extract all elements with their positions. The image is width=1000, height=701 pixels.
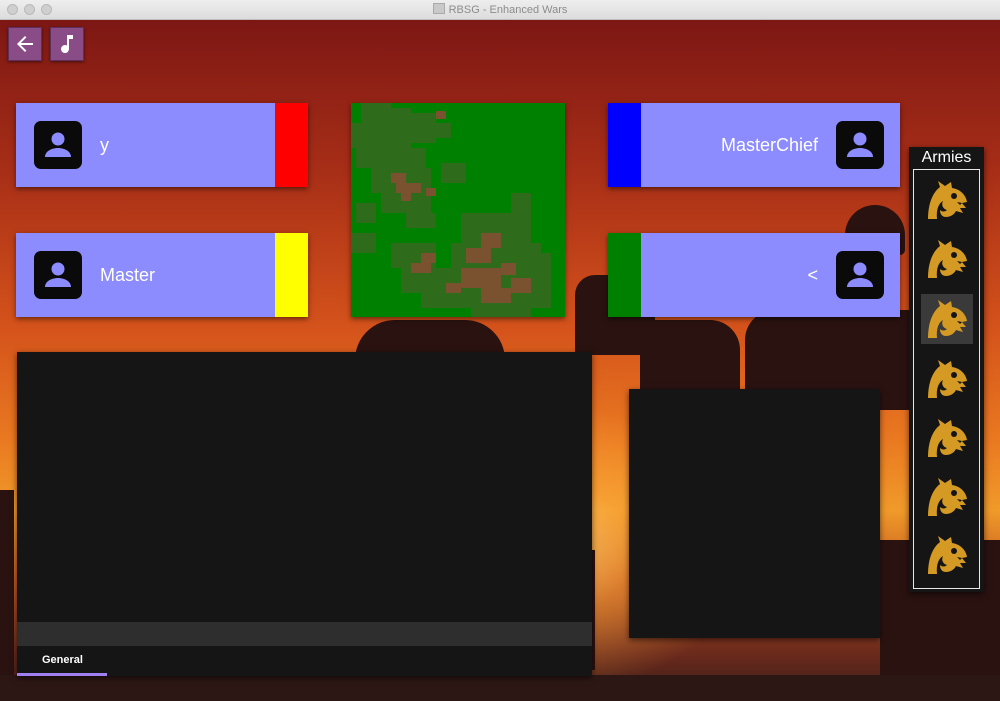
person-icon <box>847 262 873 287</box>
player-card[interactable]: y <box>16 103 308 187</box>
player-name: MasterChief <box>720 134 818 155</box>
arrow-left-icon <box>17 36 33 52</box>
player-name: Master <box>100 264 156 285</box>
armies-title: Armies <box>921 149 972 166</box>
player-card[interactable]: Master <box>16 233 308 317</box>
player-color-indicator <box>608 103 641 187</box>
person-icon <box>45 132 71 157</box>
avatar <box>836 251 884 299</box>
army-item[interactable] <box>921 175 973 225</box>
dragon-icon <box>928 360 967 398</box>
tab-general[interactable]: General <box>17 648 107 676</box>
app-icon <box>432 3 445 14</box>
music-note-icon <box>61 35 73 54</box>
map-tiles <box>351 103 565 317</box>
dragon-icon <box>928 300 967 338</box>
army-item[interactable] <box>921 354 973 404</box>
map-preview[interactable] <box>351 103 565 317</box>
person-icon <box>847 132 873 157</box>
unit-preview-panel <box>629 389 880 638</box>
army-item[interactable] <box>921 234 973 284</box>
tab-active-indicator <box>17 673 107 676</box>
player-card[interactable]: MasterChief <box>608 103 900 187</box>
player-name: < <box>807 264 818 285</box>
back-button[interactable] <box>8 27 42 61</box>
avatar <box>34 121 82 169</box>
chat-panel: General <box>17 352 592 676</box>
player-color-indicator <box>275 233 308 317</box>
dragon-icon <box>928 478 967 516</box>
armies-panel: Armies <box>909 147 984 592</box>
player-card[interactable]: < <box>608 233 900 317</box>
chat-input[interactable] <box>17 622 592 646</box>
ground-silhouette <box>0 675 1000 701</box>
army-item[interactable] <box>921 530 973 580</box>
tab-label: General <box>42 654 83 666</box>
window-title: RBSG - Enhanced Wars <box>448 4 568 16</box>
dragon-icon <box>928 240 967 278</box>
army-item[interactable] <box>921 413 973 463</box>
army-item-selected[interactable] <box>921 294 973 344</box>
player-name: y <box>100 134 109 155</box>
dragon-icon <box>928 536 967 574</box>
player-color-indicator <box>275 103 308 187</box>
music-toggle-button[interactable] <box>50 27 84 61</box>
grass-silhouette <box>0 490 14 701</box>
dragon-icon <box>928 419 967 457</box>
avatar <box>34 251 82 299</box>
chat-messages <box>17 352 592 622</box>
avatar <box>836 121 884 169</box>
window-titlebar: RBSG - Enhanced Wars <box>0 0 1000 20</box>
dragon-icon <box>928 181 967 219</box>
army-item[interactable] <box>921 472 973 522</box>
player-color-indicator <box>608 233 641 317</box>
army-list[interactable] <box>913 169 980 589</box>
person-icon <box>45 262 71 287</box>
